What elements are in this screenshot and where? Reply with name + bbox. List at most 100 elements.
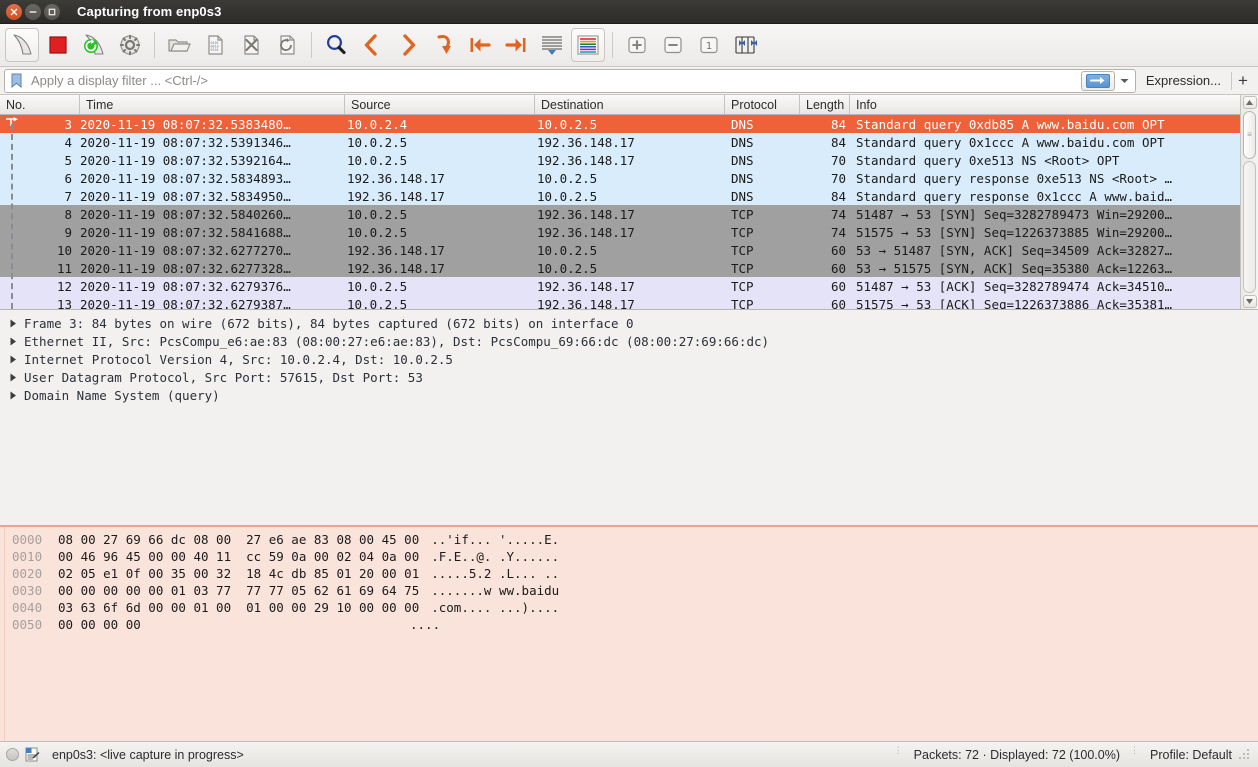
triangle-right-icon[interactable] — [10, 391, 24, 400]
reload-file-button[interactable] — [270, 28, 304, 62]
display-filter-input[interactable]: Apply a display filter ... <Ctrl-/> — [4, 68, 1136, 93]
triangle-right-icon[interactable] — [10, 319, 24, 328]
cell-source: 10.0.2.5 — [347, 134, 408, 150]
table-row[interactable]: 11 2020-11-19 08:07:32.6277328… 192.36.1… — [0, 259, 1240, 277]
hex-row[interactable]: 0020 02 05 e1 0f 00 35 00 32 18 4c db 85… — [4, 565, 1258, 582]
packet-bytes-pane[interactable]: 0000 08 00 27 69 66 dc 08 00 27 e6 ae 83… — [0, 526, 1258, 741]
expert-info-icon[interactable] — [25, 747, 42, 762]
detail-row-udp[interactable]: User Datagram Protocol, Src Port: 57615,… — [0, 368, 1258, 386]
table-row[interactable]: 6 2020-11-19 08:07:32.5834893… 192.36.14… — [0, 169, 1240, 187]
column-header-no[interactable]: No. — [0, 95, 80, 114]
triangle-right-icon[interactable] — [10, 373, 24, 382]
add-filter-button[interactable]: + — [1232, 72, 1254, 89]
table-row[interactable]: 4 2020-11-19 08:07:32.5391346… 10.0.2.5 … — [0, 133, 1240, 151]
capture-options-button[interactable] — [113, 28, 147, 62]
cell-time: 2020-11-19 08:07:32.6277328… — [80, 260, 291, 276]
colorize-button[interactable] — [571, 28, 605, 62]
table-row[interactable]: 5 2020-11-19 08:07:32.5392164… 10.0.2.5 … — [0, 151, 1240, 169]
close-icon[interactable] — [6, 3, 22, 20]
save-file-button[interactable]: 0101 0010 0101 — [198, 28, 232, 62]
detail-row-dns[interactable]: Domain Name System (query) — [0, 386, 1258, 404]
table-row[interactable]: 7 2020-11-19 08:07:32.5834950… 192.36.14… — [0, 187, 1240, 205]
column-header-length[interactable]: Length — [800, 95, 850, 114]
cell-protocol: DNS — [731, 188, 754, 204]
table-row[interactable]: 9 2020-11-19 08:07:32.5841688… 10.0.2.5 … — [0, 223, 1240, 241]
find-packet-button[interactable] — [319, 28, 353, 62]
zoom-out-button[interactable] — [656, 28, 690, 62]
restart-capture-button[interactable] — [77, 28, 111, 62]
column-header-time[interactable]: Time — [80, 95, 345, 114]
autoscroll-button[interactable] — [535, 28, 569, 62]
resize-grip-glyph — [1239, 748, 1249, 759]
right-arrow-glyph — [1089, 77, 1105, 84]
close-file-button[interactable] — [234, 28, 268, 62]
profile-status: Profile: Default — [1150, 747, 1232, 762]
column-header-source[interactable]: Source — [345, 95, 535, 114]
arrow-to-start-icon — [470, 38, 491, 52]
table-row[interactable]: 12 2020-11-19 08:07:32.6279376… 10.0.2.5… — [0, 277, 1240, 295]
detail-row-frame[interactable]: Frame 3: 84 bytes on wire (672 bits), 84… — [0, 314, 1258, 332]
hex-row[interactable]: 0000 08 00 27 69 66 dc 08 00 27 e6 ae 83… — [4, 531, 1258, 548]
close-glyph — [10, 8, 18, 15]
go-to-last-button[interactable] — [499, 28, 533, 62]
packet-list-pane[interactable]: No. Time Source Destination Protocol Len… — [0, 95, 1258, 310]
zoom-in-button[interactable] — [620, 28, 654, 62]
table-row[interactable]: 13 2020-11-19 08:07:32.6279387… 10.0.2.5… — [0, 295, 1240, 309]
scrollbar-track[interactable] — [1243, 161, 1256, 293]
column-header-destination[interactable]: Destination — [535, 95, 725, 114]
chevron-right-icon — [403, 34, 416, 56]
capture-status-circle-icon[interactable] — [6, 748, 19, 761]
scroll-down-arrow-icon[interactable] — [1242, 295, 1257, 308]
table-row[interactable]: 3 2020-11-19 08:07:32.5383480… 10.0.2.4 … — [0, 115, 1240, 133]
triangle-right-glyph — [10, 319, 16, 327]
cell-protocol: DNS — [731, 116, 754, 132]
hex-row[interactable]: 0040 03 63 6f 6d 00 00 01 00 01 00 00 29… — [4, 599, 1258, 616]
cell-no: 5 — [64, 152, 72, 168]
cell-length: 60 — [830, 260, 846, 276]
resize-columns-button[interactable] — [728, 28, 762, 62]
table-row[interactable]: 10 2020-11-19 08:07:32.6277270… 192.36.1… — [0, 241, 1240, 259]
packet-details-pane[interactable]: Frame 3: 84 bytes on wire (672 bits), 84… — [0, 310, 1258, 526]
window-resize-grip[interactable] — [1238, 748, 1252, 762]
chevron-down-icon[interactable] — [1117, 71, 1133, 91]
hex-row[interactable]: 0030 00 00 00 00 00 01 03 77 77 77 05 62… — [4, 582, 1258, 599]
packet-list-scrollbar[interactable]: ≡ — [1240, 95, 1258, 309]
status-grip-left: ⋮ — [893, 744, 904, 755]
cell-destination: 192.36.148.17 — [537, 134, 635, 150]
go-forward-button[interactable] — [391, 28, 425, 62]
column-header-info[interactable]: Info — [850, 95, 1240, 114]
maximize-icon[interactable] — [44, 3, 60, 20]
go-to-packet-button[interactable] — [427, 28, 461, 62]
scrollbar-thumb[interactable]: ≡ — [1243, 111, 1256, 159]
triangle-right-icon[interactable] — [10, 355, 24, 364]
cell-length: 60 — [830, 296, 846, 310]
cell-source: 192.36.148.17 — [347, 170, 445, 186]
table-row[interactable]: 8 2020-11-19 08:07:32.5840260… 10.0.2.5 … — [0, 205, 1240, 223]
go-to-first-button[interactable] — [463, 28, 497, 62]
autoscroll-icon — [542, 36, 562, 55]
go-back-button[interactable] — [355, 28, 389, 62]
hex-row[interactable]: 0010 00 46 96 45 00 00 40 11 cc 59 0a 00… — [4, 548, 1258, 565]
bookmark-icon[interactable] — [7, 71, 25, 91]
cell-time: 2020-11-19 08:07:32.5391346… — [80, 134, 291, 150]
hex-row[interactable]: 0050 00 00 00 00 .... — [4, 616, 1258, 633]
detail-row-ethernet[interactable]: Ethernet II, Src: PcsCompu_e6:ae:83 (08:… — [0, 332, 1258, 350]
filter-expression-button[interactable]: Expression... — [1136, 73, 1231, 88]
detail-row-ipv4[interactable]: Internet Protocol Version 4, Src: 10.0.2… — [0, 350, 1258, 368]
cell-info: 53 → 51487 [SYN, ACK] Seq=34509 Ack=3282… — [856, 242, 1173, 258]
minimize-icon[interactable] — [25, 3, 41, 20]
column-header-protocol[interactable]: Protocol — [725, 95, 800, 114]
apply-filter-arrow-icon[interactable] — [1080, 70, 1115, 91]
zoom-reset-button[interactable]: 1 — [692, 28, 726, 62]
start-capture-button[interactable] — [5, 28, 39, 62]
open-file-button[interactable] — [162, 28, 196, 62]
resize-columns-icon — [735, 36, 757, 54]
triangle-right-icon[interactable] — [10, 337, 24, 346]
cell-protocol: TCP — [731, 278, 754, 294]
cell-source: 192.36.148.17 — [347, 242, 445, 258]
stop-capture-button[interactable] — [41, 28, 75, 62]
cell-destination: 10.0.2.5 — [537, 188, 598, 204]
scroll-up-arrow-icon[interactable] — [1242, 96, 1257, 109]
triangle-right-glyph — [10, 337, 16, 345]
cell-no: 3 — [64, 116, 72, 132]
